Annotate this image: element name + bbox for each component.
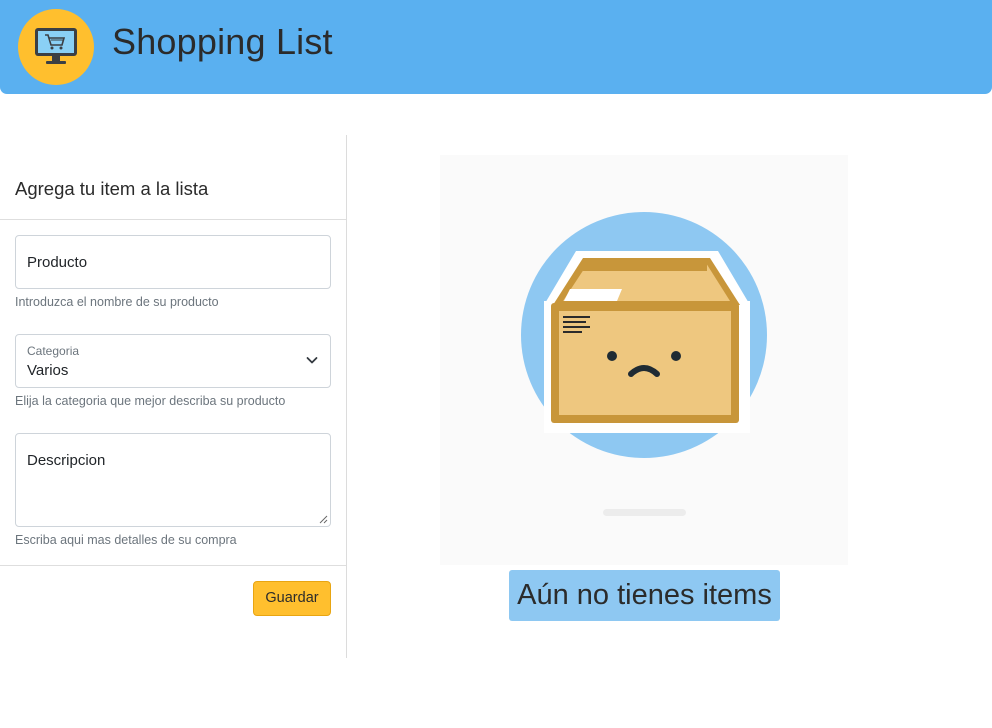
- shopping-cart-monitor-icon: [35, 28, 77, 64]
- empty-state-illustration: [440, 155, 848, 565]
- product-input[interactable]: Producto: [15, 235, 331, 289]
- form-divider-bottom: [0, 565, 346, 566]
- category-help-text: Elija la categoria que mejor describa su…: [15, 394, 286, 408]
- chevron-down-icon: [306, 357, 318, 364]
- category-select[interactable]: Categoria Varios: [15, 334, 331, 388]
- add-item-form: Agrega tu item a la lista Producto Intro…: [0, 135, 347, 658]
- description-placeholder: Descripcion: [27, 452, 106, 469]
- form-divider-top: [0, 219, 346, 220]
- description-textarea[interactable]: Descripcion: [15, 433, 331, 527]
- app-title: Shopping List: [112, 21, 333, 62]
- product-help-text: Introduzca el nombre de su producto: [15, 295, 219, 309]
- app-header: Shopping List: [0, 0, 992, 94]
- empty-state-message: Aún no tienes items: [509, 570, 780, 621]
- product-placeholder: Producto: [27, 254, 88, 271]
- category-label: Categoria: [27, 344, 80, 358]
- resize-handle-icon[interactable]: [318, 514, 328, 524]
- form-title: Agrega tu item a la lista: [15, 178, 209, 199]
- description-help-text: Escriba aqui mas detalles de su compra: [15, 533, 237, 547]
- sad-box-icon: [521, 212, 767, 516]
- category-value: Varios: [27, 362, 69, 379]
- save-button[interactable]: Guardar: [253, 581, 331, 616]
- app-logo: [18, 9, 94, 85]
